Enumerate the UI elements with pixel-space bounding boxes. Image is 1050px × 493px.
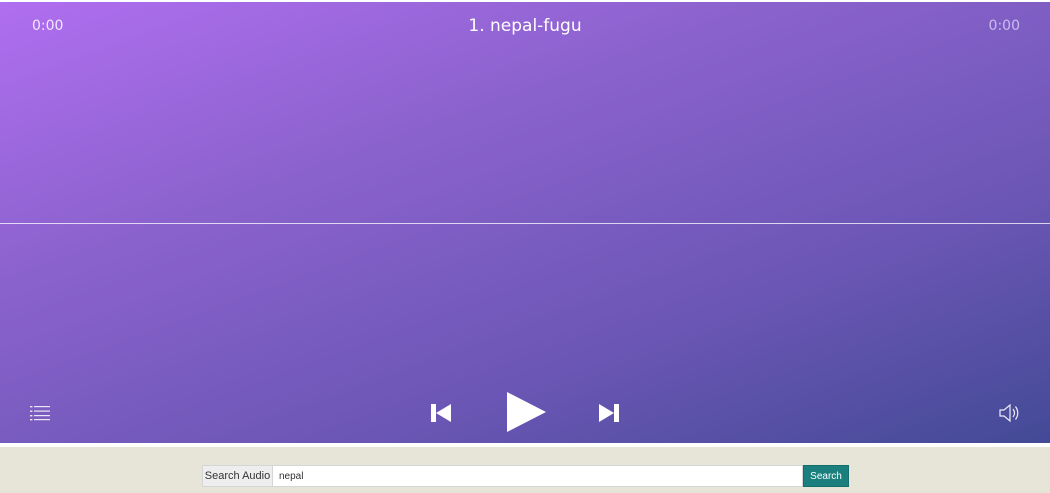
playlist-button[interactable] bbox=[30, 404, 50, 422]
search-label: Search Audio bbox=[202, 465, 272, 487]
play-button[interactable] bbox=[505, 391, 547, 433]
play-icon bbox=[507, 392, 546, 432]
search-button[interactable]: Search bbox=[803, 465, 849, 487]
track-title: 1. nepal-fugu bbox=[468, 16, 582, 36]
volume-button[interactable] bbox=[998, 402, 1022, 424]
list-icon bbox=[30, 406, 50, 421]
skip-next-icon bbox=[599, 404, 619, 422]
audio-player: 0:00 1. nepal-fugu 0:00 bbox=[0, 2, 1050, 443]
search-bar: Search Audio Search bbox=[0, 447, 1050, 493]
previous-track-button[interactable] bbox=[430, 402, 452, 424]
next-track-button[interactable] bbox=[598, 402, 620, 424]
search-input[interactable] bbox=[272, 465, 803, 487]
volume-icon bbox=[999, 403, 1019, 423]
skip-previous-icon bbox=[431, 404, 451, 422]
duration-time: 0:00 bbox=[988, 18, 1020, 34]
progress-line[interactable] bbox=[0, 223, 1050, 224]
